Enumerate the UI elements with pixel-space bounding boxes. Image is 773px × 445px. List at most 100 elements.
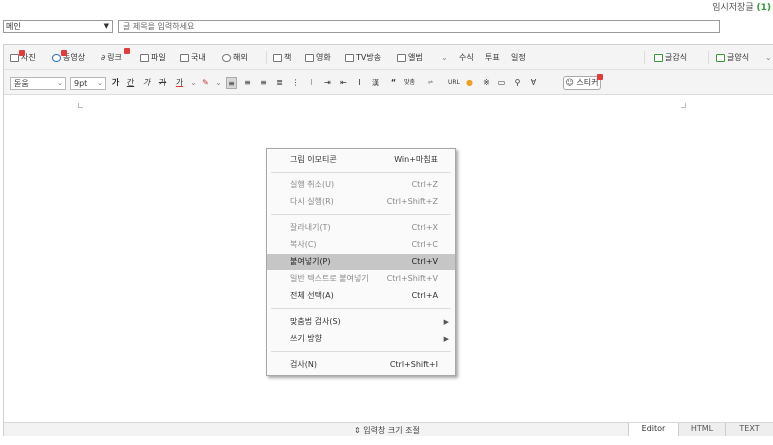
menu-item-redo[interactable]: 다시 실행(R) Ctrl+Shift+Z: [267, 194, 455, 210]
photo-icon: [10, 50, 25, 62]
hanja-icon: 漢: [372, 79, 379, 87]
align-justify-button[interactable]: ≣: [274, 77, 285, 89]
indent-icon: ⇥: [324, 78, 331, 87]
menu-item-paste-plain-text[interactable]: 일반 텍스트로 붙여넣기 Ctrl+Shift+V: [267, 271, 455, 287]
spelling-tool-button[interactable]: ∀: [528, 77, 539, 89]
template-more-dropdown[interactable]: ⌄: [765, 52, 772, 64]
highlight-dropdown[interactable]: ⌄: [213, 77, 224, 89]
highlight-color-button[interactable]: ✎: [200, 77, 211, 89]
album-icon: [397, 54, 406, 62]
vote-button[interactable]: 투표: [485, 52, 500, 64]
font-size-select[interactable]: 9pt ⌄: [70, 77, 106, 90]
emoticon-icon: ●: [466, 78, 473, 87]
menu-item-undo[interactable]: 실행 취소(U) Ctrl+Z: [267, 177, 455, 193]
new-badge-icon: [597, 74, 603, 80]
video-button[interactable]: 동영상: [52, 50, 85, 64]
chevron-down-icon: ⌄: [190, 78, 197, 87]
template-icon: [716, 54, 725, 62]
formula-button[interactable]: 수식: [459, 52, 474, 64]
strikethrough-button[interactable]: 가: [157, 77, 168, 89]
content-margin-mark-right: [681, 103, 686, 108]
album-button[interactable]: 앨범: [397, 52, 423, 64]
line-height-icon: I: [358, 78, 361, 87]
file-label: 파일: [151, 53, 166, 62]
outdent-button[interactable]: ⇤: [338, 77, 349, 89]
menu-item-spellcheck[interactable]: 맞춤법 검사(S) ▶: [267, 314, 455, 330]
emoticon-button[interactable]: ●: [464, 77, 475, 89]
menu-item-paste[interactable]: 붙여넣기(P) Ctrl+V: [267, 254, 455, 270]
template-button[interactable]: 글양식: [716, 52, 749, 64]
hanja-convert-button[interactable]: 漢: [370, 77, 381, 89]
toolbar-divider: [266, 51, 267, 64]
overseas-map-button[interactable]: 해외: [222, 52, 248, 64]
tab-text[interactable]: TEXT: [725, 423, 773, 436]
align-left-button[interactable]: ≡: [226, 77, 237, 89]
domestic-map-button[interactable]: 국내: [180, 52, 206, 64]
align-center-icon: ≡: [244, 78, 251, 87]
category-select[interactable]: 메인 ▼: [3, 20, 113, 33]
menu-item-label: 잘라내기(T): [290, 223, 331, 232]
link-button[interactable]: ∂ 링크: [101, 48, 130, 64]
vote-label: 투표: [485, 53, 500, 62]
menu-item-inspect[interactable]: 검사(N) Ctrl+Shift+I: [267, 357, 455, 373]
temp-save-indicator[interactable]: 임시저장글 (1): [712, 0, 771, 13]
menu-item-cut[interactable]: 잘라내기(T) Ctrl+X: [267, 220, 455, 236]
menu-item-shortcut: Ctrl+C: [411, 240, 438, 249]
align-right-icon: ≡: [260, 78, 267, 87]
new-badge-icon: [61, 50, 67, 56]
writing-prompt-button[interactable]: 글감식: [654, 52, 687, 64]
line-height-button[interactable]: I: [354, 77, 365, 89]
menu-separator: [271, 214, 451, 215]
new-badge-icon: [123, 48, 130, 54]
menu-item-copy[interactable]: 복사(C) Ctrl+C: [267, 237, 455, 253]
convert-button[interactable]: ⇌: [428, 77, 433, 89]
quote-button[interactable]: “: [388, 77, 399, 89]
movie-label: 영화: [316, 53, 331, 62]
photo-button[interactable]: 사진: [10, 50, 36, 64]
font-size-value: 9pt: [74, 79, 88, 88]
bullet-list-button[interactable]: ⁝: [306, 77, 317, 89]
tv-button[interactable]: TV방송: [345, 52, 381, 64]
find-button[interactable]: ⚲: [512, 77, 523, 89]
menu-item-emoji-picker[interactable]: 그림 이모티콘 Win+마침표: [267, 152, 455, 168]
overseas-map-label: 해외: [233, 53, 248, 62]
underline-button[interactable]: 간: [125, 77, 136, 89]
italic-button[interactable]: 가: [141, 77, 152, 89]
special-char-button[interactable]: ※: [481, 77, 492, 89]
menu-item-shortcut: Ctrl+V: [411, 257, 438, 266]
chevron-down-icon: ⌄: [765, 53, 772, 62]
menu-item-writing-direction[interactable]: 쓰기 방향 ▶: [267, 331, 455, 347]
table-button[interactable]: ▭: [496, 77, 507, 89]
book-button[interactable]: 책: [273, 52, 291, 64]
font-color-dropdown[interactable]: ⌄: [188, 77, 199, 89]
menu-item-select-all[interactable]: 전체 선택(A) Ctrl+A: [267, 288, 455, 304]
search-icon: ⚲: [514, 78, 521, 87]
file-icon: [140, 54, 149, 62]
more-dropdown[interactable]: ⌄: [441, 52, 448, 64]
indent-button[interactable]: ⇥: [322, 77, 333, 89]
title-input[interactable]: 글 제목을 입력하세요: [118, 20, 720, 33]
book-label: 책: [284, 53, 292, 62]
link-label: 링크: [107, 53, 122, 62]
tab-editor[interactable]: Editor: [628, 423, 678, 436]
font-color-button[interactable]: 가: [174, 77, 185, 89]
tab-html[interactable]: HTML: [678, 423, 725, 436]
align-right-button[interactable]: ≡: [258, 77, 269, 89]
submenu-arrow-icon: ▶: [443, 335, 449, 343]
content-margin-mark-left: [78, 103, 83, 108]
bold-button[interactable]: 가: [110, 77, 121, 89]
schedule-button[interactable]: 일정: [511, 52, 526, 64]
align-center-button[interactable]: ≡: [242, 77, 253, 89]
resize-label: ⇕ 입력창 크기 조절: [354, 426, 420, 435]
submenu-arrow-icon: ▶: [443, 318, 449, 326]
spellcheck-button[interactable]: 맞춤: [404, 77, 415, 89]
url-button[interactable]: URL: [448, 77, 460, 89]
file-button[interactable]: 파일: [140, 52, 166, 64]
font-family-select[interactable]: 돋움 ⌄: [10, 77, 66, 90]
movie-button[interactable]: 영화: [305, 52, 331, 64]
numbered-list-button[interactable]: ⋮: [290, 77, 301, 89]
sticker-button[interactable]: ☺ 스티커: [563, 74, 603, 90]
bullet-list-icon: ⁝: [310, 78, 313, 87]
editor-resize-bar[interactable]: ⇕ 입력창 크기 조절 Editor HTML TEXT: [4, 422, 773, 436]
schedule-label: 일정: [511, 53, 526, 62]
